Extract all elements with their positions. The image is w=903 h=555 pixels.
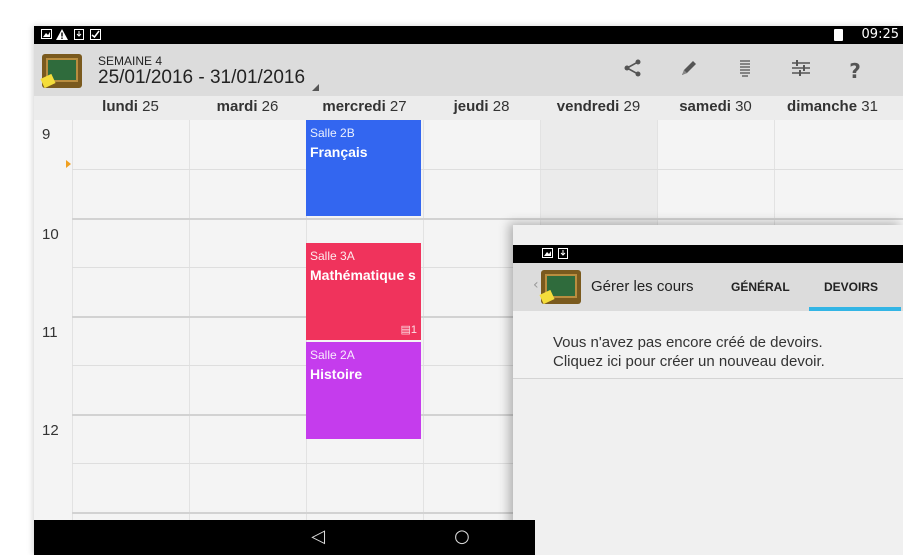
tab-devoirs[interactable]: DEVOIRS xyxy=(824,280,878,294)
back-icon[interactable]: ◁ xyxy=(306,527,330,547)
status-bar: 09:25 xyxy=(34,26,903,44)
week-range-selector[interactable]: 25/01/2016 - 31/01/2016 xyxy=(98,67,305,89)
column-divider xyxy=(72,120,73,520)
help-icon[interactable]: ? xyxy=(840,56,870,86)
day-header-tuesday[interactable]: mardi 26 xyxy=(189,98,306,115)
overlay-title: Gérer les cours xyxy=(591,278,694,295)
event-room: Salle 2A xyxy=(310,348,355,362)
action-bar: SEMAINE 4 25/01/2016 - 31/01/2016 ? xyxy=(34,44,903,96)
edit-icon[interactable] xyxy=(674,56,704,86)
battery-icon xyxy=(834,29,843,41)
overlay-status-bar xyxy=(513,245,903,263)
hour-label-9: 9 xyxy=(42,126,51,143)
gallery-icon xyxy=(40,29,52,41)
day-header-sunday[interactable]: dimanche 31 xyxy=(774,98,891,115)
app-chalkboard-icon[interactable] xyxy=(40,54,82,89)
tab-general[interactable]: GÉNÉRAL xyxy=(731,280,790,294)
dropdown-arrow-icon xyxy=(312,84,319,91)
download-icon xyxy=(73,29,85,41)
overlay-toolbar: ‹ Gérer les cours GÉNÉRAL DEVOIRS xyxy=(513,263,903,311)
message-line-1: Vous n'avez pas encore créé de devoirs. xyxy=(553,334,823,351)
home-icon[interactable]: ○ xyxy=(450,527,474,547)
check-icon xyxy=(89,29,101,41)
half-hour-line xyxy=(72,169,903,170)
back-caret-icon[interactable]: ‹ xyxy=(533,277,539,293)
message-line-2: Cliquez ici pour créer un nouveau devoir… xyxy=(553,353,825,370)
event-mathematiques[interactable]: Salle 3A Mathématique s ▤1 xyxy=(306,243,421,340)
app-chalkboard-icon[interactable] xyxy=(539,270,581,305)
hour-label-11: 11 xyxy=(42,324,58,341)
day-header-friday[interactable]: vendredi 29 xyxy=(540,98,657,115)
event-subject: Français xyxy=(310,144,368,160)
share-icon[interactable] xyxy=(618,56,648,86)
warning-icon xyxy=(56,29,68,41)
overlay-screenshot: ‹ Gérer les cours GÉNÉRAL DEVOIRS Vous n… xyxy=(513,225,903,555)
week-label: SEMAINE 4 xyxy=(98,54,163,68)
day-header-wednesday[interactable]: mercredi 27 xyxy=(306,98,423,115)
day-header-monday[interactable]: lundi 25 xyxy=(72,98,189,115)
gallery-icon xyxy=(541,248,553,260)
hour-label-10: 10 xyxy=(42,226,59,243)
column-divider xyxy=(189,120,190,520)
event-subject: Mathématique s xyxy=(310,267,416,283)
day-header-saturday[interactable]: samedi 30 xyxy=(657,98,774,115)
column-divider xyxy=(423,120,424,520)
homework-count-badge: ▤1 xyxy=(400,324,417,336)
hour-line xyxy=(72,218,903,220)
event-room: Salle 3A xyxy=(310,249,355,263)
day-header-thursday[interactable]: jeudi 28 xyxy=(423,98,540,115)
event-room: Salle 2B xyxy=(310,126,355,140)
day-header-row: lundi 25 mardi 26 mercredi 27 jeudi 28 v… xyxy=(34,96,903,120)
event-subject: Histoire xyxy=(310,366,363,382)
event-francais[interactable]: Salle 2B Français xyxy=(306,120,421,216)
list-icon[interactable] xyxy=(730,56,760,86)
hour-label-12: 12 xyxy=(42,422,59,439)
current-time-marker xyxy=(66,160,71,168)
download-icon xyxy=(557,248,569,260)
settings-sliders-icon[interactable] xyxy=(786,56,816,86)
empty-homework-message[interactable]: Vous n'avez pas encore créé de devoirs. … xyxy=(513,311,903,379)
status-time: 09:25 xyxy=(861,27,899,42)
screenshot-stage: 09:25 SEMAINE 4 25/01/2016 - 31/01/2016 … xyxy=(0,0,903,555)
event-histoire[interactable]: Salle 2A Histoire xyxy=(306,342,421,439)
overlay-nav-bar xyxy=(513,520,535,555)
